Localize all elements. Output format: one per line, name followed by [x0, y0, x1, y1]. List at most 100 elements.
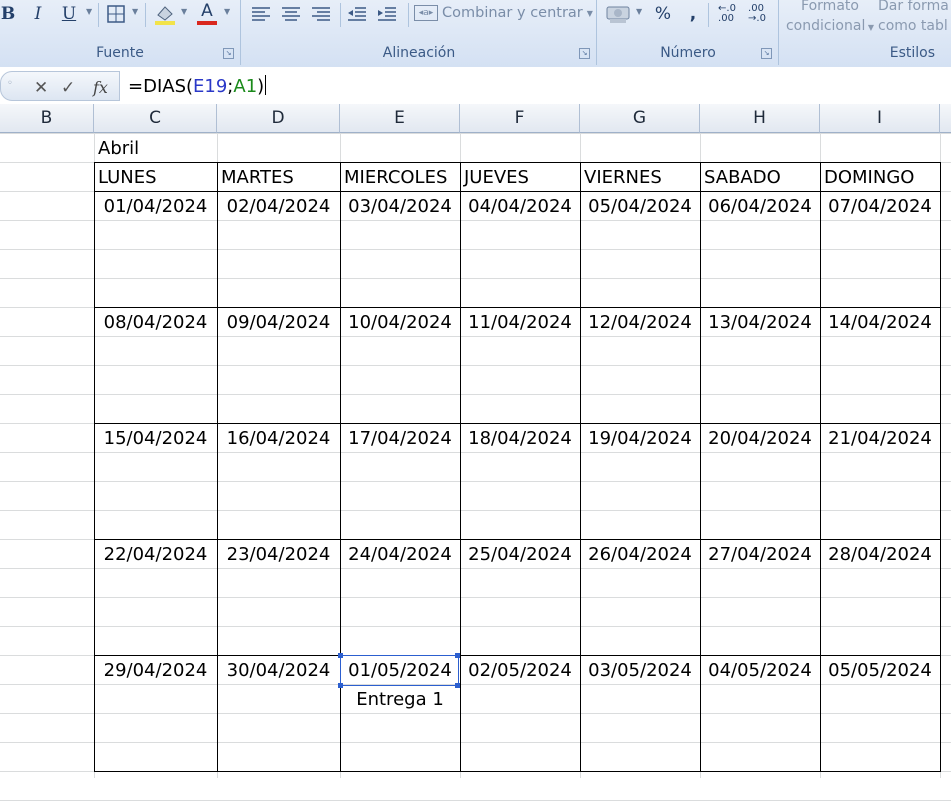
- month-title[interactable]: Abril: [94, 134, 217, 162]
- column-header-d[interactable]: D: [217, 104, 340, 133]
- date-cell[interactable]: 27/04/2024: [700, 540, 820, 568]
- date-cell[interactable]: 01/04/2024: [94, 192, 217, 220]
- font-group: B I U ▼ ▼ ▼ A ▼ Fuente ↘: [0, 0, 241, 65]
- date-cell[interactable]: 03/04/2024: [340, 192, 460, 220]
- font-dialog-launcher-icon[interactable]: ↘: [223, 48, 234, 59]
- selection-handle[interactable]: [338, 683, 343, 688]
- merge-center-label: Combinar y centrar: [442, 5, 583, 21]
- column-header-b[interactable]: B: [0, 104, 94, 133]
- selected-cell-highlight: [340, 655, 459, 686]
- selection-handle[interactable]: [455, 683, 460, 688]
- enter-icon[interactable]: ✓: [61, 78, 75, 98]
- styles-group: Formato condicional ▼ Dar forma como tab…: [780, 0, 951, 65]
- fill-color-icon[interactable]: [150, 1, 180, 27]
- text-caret: [265, 75, 267, 95]
- borders-icon[interactable]: [104, 1, 128, 27]
- align-top-icon[interactable]: [248, 1, 274, 27]
- accounting-dropdown-icon[interactable]: ▼: [636, 7, 642, 16]
- name-box-resize-icon[interactable]: ◦: [7, 78, 13, 89]
- separator: [408, 3, 409, 27]
- date-cell[interactable]: 15/04/2024: [94, 424, 217, 452]
- date-cell[interactable]: 08/04/2024: [94, 308, 217, 336]
- column-header-e[interactable]: E: [340, 104, 460, 133]
- date-cell[interactable]: 05/04/2024: [580, 192, 700, 220]
- number-group: ▼ % , ←.0.00 .00 →.0 Número ↘: [598, 0, 779, 65]
- date-cell[interactable]: 09/04/2024: [217, 308, 340, 336]
- date-cell[interactable]: 22/04/2024: [94, 540, 217, 568]
- column-header-h[interactable]: H: [700, 104, 820, 133]
- worksheet-grid[interactable]: Abril LUNES MARTES MIERCOLES JUEVES VIERNES SA…: [0, 133, 951, 801]
- weekday-header[interactable]: VIERNES: [580, 163, 700, 191]
- delivery-note[interactable]: Entrega 1: [340, 685, 460, 713]
- font-color-dropdown-icon[interactable]: ▼: [224, 7, 230, 16]
- font-color-button[interactable]: A: [194, 1, 220, 27]
- decrease-indent-icon[interactable]: [344, 1, 370, 27]
- increase-decimal-icon[interactable]: ←.0.00: [714, 1, 740, 27]
- conditional-format-button[interactable]: Formato condicional ▼: [784, 0, 876, 38]
- align-center-icon[interactable]: [278, 1, 304, 27]
- format-as-table-button[interactable]: Dar forma como tabl: [878, 0, 951, 36]
- formula-ref-a1: A1: [233, 76, 258, 97]
- date-cell[interactable]: 29/04/2024: [94, 656, 217, 684]
- date-cell[interactable]: 07/04/2024: [820, 192, 940, 220]
- column-header-c[interactable]: C: [94, 104, 217, 133]
- column-header-g[interactable]: G: [580, 104, 700, 133]
- weekday-header[interactable]: MARTES: [217, 163, 340, 191]
- date-cell[interactable]: 18/04/2024: [460, 424, 580, 452]
- comma-button[interactable]: ,: [682, 1, 704, 27]
- percent-button[interactable]: %: [650, 1, 676, 27]
- number-group-label: Número: [660, 45, 716, 61]
- formula-input[interactable]: =DIAS(E19;A1): [128, 75, 267, 97]
- date-cell[interactable]: 26/04/2024: [580, 540, 700, 568]
- bold-button[interactable]: B: [0, 1, 16, 27]
- date-cell[interactable]: 25/04/2024: [460, 540, 580, 568]
- date-cell[interactable]: 02/05/2024: [460, 656, 580, 684]
- underline-button[interactable]: U: [56, 1, 82, 27]
- date-cell[interactable]: 28/04/2024: [820, 540, 940, 568]
- column-header-f[interactable]: F: [460, 104, 580, 133]
- date-cell[interactable]: 03/05/2024: [580, 656, 700, 684]
- accounting-format-icon[interactable]: [604, 1, 632, 27]
- weekday-header[interactable]: SABADO: [700, 163, 820, 191]
- weekday-header[interactable]: DOMINGO: [820, 163, 940, 191]
- date-cell[interactable]: 30/04/2024: [217, 656, 340, 684]
- date-cell[interactable]: 10/04/2024: [340, 308, 460, 336]
- align-right-icon[interactable]: [308, 1, 334, 27]
- selection-handle[interactable]: [455, 653, 460, 658]
- increase-indent-icon[interactable]: [374, 1, 400, 27]
- date-cell[interactable]: 16/04/2024: [217, 424, 340, 452]
- fill-color-dropdown-icon[interactable]: ▼: [181, 7, 187, 16]
- merge-dropdown-icon: ▼: [586, 8, 593, 18]
- borders-dropdown-icon[interactable]: ▼: [132, 7, 138, 16]
- underline-dropdown-icon[interactable]: ▼: [86, 7, 92, 16]
- selection-handle[interactable]: [338, 653, 343, 658]
- weekday-header[interactable]: MIERCOLES: [340, 163, 460, 191]
- weekday-header[interactable]: JUEVES: [460, 163, 580, 191]
- date-cell[interactable]: 17/04/2024: [340, 424, 460, 452]
- weekday-header[interactable]: LUNES: [94, 163, 217, 191]
- column-header-i[interactable]: I: [820, 104, 940, 133]
- merge-center-button[interactable]: ◂a▸ Combinar y centrar ▼: [414, 1, 593, 25]
- alignment-dialog-launcher-icon[interactable]: ↘: [579, 48, 590, 59]
- number-dialog-launcher-icon[interactable]: ↘: [761, 48, 772, 59]
- date-cell[interactable]: 12/04/2024: [580, 308, 700, 336]
- date-cell[interactable]: 24/04/2024: [340, 540, 460, 568]
- decrease-decimal-icon[interactable]: .00 →.0: [744, 1, 770, 27]
- date-cell[interactable]: 04/04/2024: [460, 192, 580, 220]
- italic-button[interactable]: I: [26, 1, 50, 27]
- column-header-j[interactable]: [940, 104, 951, 133]
- insert-function-icon[interactable]: fx: [93, 78, 108, 97]
- date-cell[interactable]: 21/04/2024: [820, 424, 940, 452]
- date-cell[interactable]: 19/04/2024: [580, 424, 700, 452]
- date-cell[interactable]: 05/05/2024: [820, 656, 940, 684]
- date-cell[interactable]: 04/05/2024: [700, 656, 820, 684]
- date-cell[interactable]: 02/04/2024: [217, 192, 340, 220]
- date-cell[interactable]: 20/04/2024: [700, 424, 820, 452]
- cancel-icon[interactable]: ✕: [34, 78, 48, 98]
- date-cell[interactable]: 23/04/2024: [217, 540, 340, 568]
- date-cell[interactable]: 06/04/2024: [700, 192, 820, 220]
- date-cell[interactable]: 11/04/2024: [460, 308, 580, 336]
- date-cell[interactable]: 14/04/2024: [820, 308, 940, 336]
- format-table-line1: Dar forma: [878, 0, 949, 14]
- date-cell[interactable]: 13/04/2024: [700, 308, 820, 336]
